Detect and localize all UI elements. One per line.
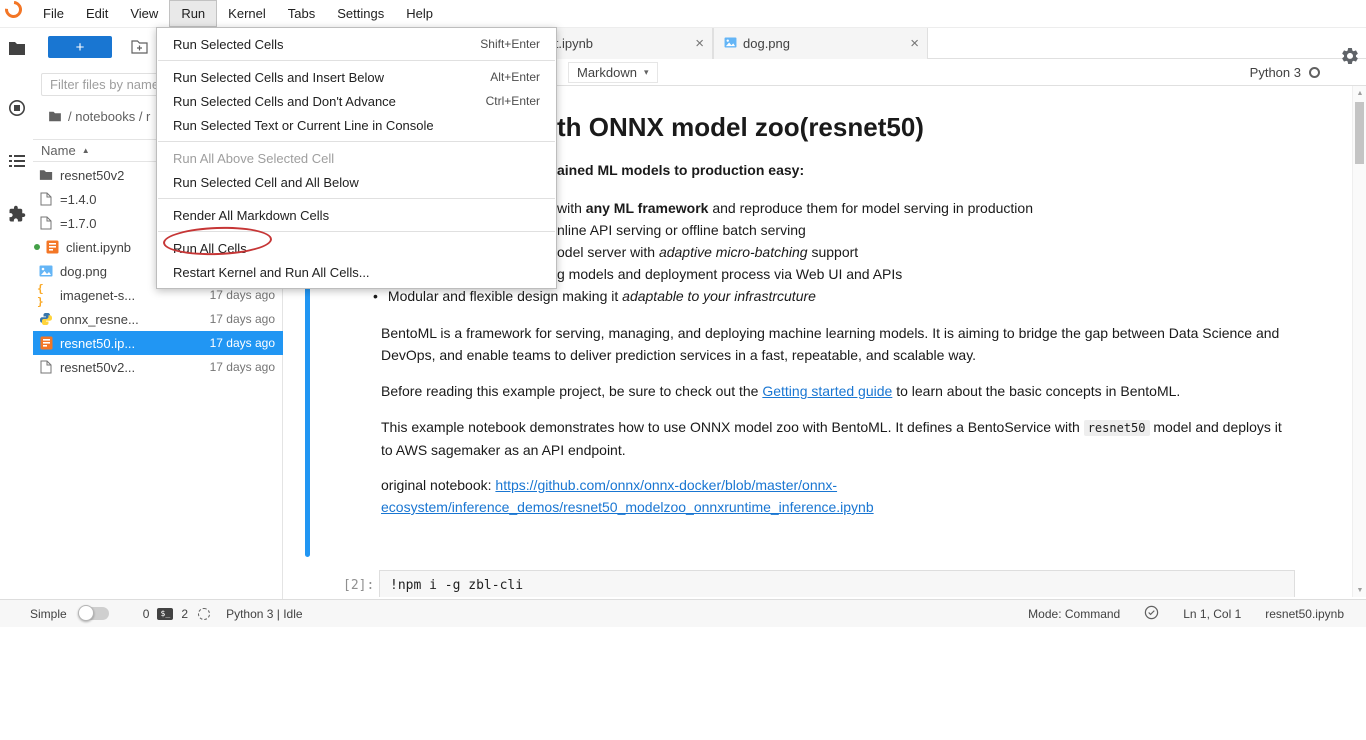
terminal-count[interactable]: 0 bbox=[143, 607, 150, 621]
menu-help[interactable]: Help bbox=[395, 0, 444, 27]
notebook-icon bbox=[43, 240, 61, 254]
file-row-resnet50v2-file[interactable]: resnet50v2... 17 days ago bbox=[33, 355, 283, 379]
activity-bar bbox=[0, 28, 33, 599]
kernel-idle-icon bbox=[1309, 67, 1320, 78]
close-icon[interactable]: × bbox=[695, 35, 704, 52]
simple-mode-label: Simple bbox=[30, 607, 67, 621]
markdown-intro-fragment: ained ML models to production easy: bbox=[557, 162, 804, 178]
menu-item-run-dont-advance[interactable]: Run Selected Cells and Don't Advance Ctr… bbox=[157, 89, 556, 113]
image-icon bbox=[724, 36, 737, 51]
file-row-resnet50-ipynb-selected[interactable]: resnet50.ip... 17 days ago bbox=[33, 331, 283, 355]
home-folder-icon bbox=[48, 111, 62, 122]
menu-item-run-insert-below[interactable]: Run Selected Cells and Insert Below Alt+… bbox=[157, 65, 556, 89]
code-cell-editor[interactable]: !npm i -g zbl-cli bbox=[379, 570, 1295, 597]
breadcrumb-path[interactable]: / notebooks / r bbox=[68, 109, 150, 124]
menu-separator bbox=[158, 141, 555, 142]
bullet-fragment: nline API serving or offline batch servi… bbox=[557, 222, 806, 238]
image-icon bbox=[37, 265, 55, 277]
bullet-fragment: odel server with adaptive micro-batching… bbox=[557, 244, 858, 260]
tab-dog-png[interactable]: dog.png × bbox=[713, 28, 928, 59]
file-icon bbox=[37, 216, 55, 230]
file-icon bbox=[37, 192, 55, 206]
gear-icon[interactable] bbox=[1340, 46, 1360, 69]
sort-ascending-icon: ▲ bbox=[82, 146, 90, 155]
markdown-title-fragment: th ONNX model zoo(resnet50) bbox=[557, 112, 924, 143]
running-sessions-icon[interactable] bbox=[0, 96, 33, 120]
menu-file[interactable]: File bbox=[32, 0, 75, 27]
markdown-paragraph: This example notebook demonstrates how t… bbox=[381, 416, 1297, 461]
extension-manager-icon[interactable] bbox=[0, 202, 33, 226]
new-launcher-button[interactable]: + bbox=[48, 36, 112, 58]
simple-mode-toggle[interactable] bbox=[79, 607, 109, 620]
kernel-count[interactable]: 2 bbox=[181, 607, 188, 621]
menu-bar: File Edit View Run Kernel Tabs Settings … bbox=[0, 0, 1366, 28]
bullet-item: •Modular and flexible design making it a… bbox=[373, 288, 816, 304]
table-of-contents-icon[interactable] bbox=[0, 149, 33, 173]
command-mode-indicator: Mode: Command bbox=[1028, 607, 1120, 621]
notebook-icon bbox=[37, 336, 55, 350]
scrollbar-thumb[interactable] bbox=[1355, 102, 1364, 164]
json-icon: { } bbox=[37, 282, 55, 308]
execution-prompt: [2]: bbox=[343, 578, 374, 593]
new-folder-icon[interactable] bbox=[131, 40, 148, 57]
status-bar: Simple 0 $_ 2 Python 3 | Idle Mode: Comm… bbox=[0, 599, 1366, 627]
close-icon[interactable]: × bbox=[910, 35, 919, 52]
current-file-name: resnet50.ipynb bbox=[1265, 607, 1344, 621]
menu-view[interactable]: View bbox=[119, 0, 169, 27]
bullet-icon: • bbox=[373, 288, 378, 304]
markdown-paragraph: original notebook: https://github.com/on… bbox=[381, 474, 1297, 518]
kernel-status[interactable]: Python 3 | Idle bbox=[226, 607, 303, 621]
kernel-indicator[interactable]: Python 3 bbox=[1250, 59, 1320, 86]
inline-code: resnet50 bbox=[1084, 420, 1150, 436]
menu-separator bbox=[158, 60, 555, 61]
jupyter-logo-icon bbox=[2, 0, 26, 21]
markdown-paragraph: Before reading this example project, be … bbox=[381, 380, 1361, 402]
menu-separator bbox=[158, 231, 555, 232]
cell-type-dropdown[interactable]: Markdown ▾ bbox=[568, 62, 658, 83]
bullet-fragment: g models and deployment process via Web … bbox=[557, 266, 902, 282]
menu-settings[interactable]: Settings bbox=[326, 0, 395, 27]
breadcrumb[interactable]: / notebooks / r bbox=[48, 109, 163, 124]
menu-edit[interactable]: Edit bbox=[75, 0, 119, 27]
toggle-knob bbox=[78, 605, 94, 621]
gear-icon[interactable] bbox=[198, 608, 210, 620]
cursor-position[interactable]: Ln 1, Col 1 bbox=[1183, 607, 1241, 621]
scroll-up-icon[interactable]: ▲ bbox=[1353, 86, 1366, 100]
markdown-paragraph: BentoML is a framework for serving, mana… bbox=[381, 322, 1297, 366]
getting-started-link[interactable]: Getting started guide bbox=[762, 383, 892, 399]
chevron-down-icon: ▾ bbox=[644, 67, 649, 78]
kernel-running-dot bbox=[34, 244, 40, 250]
menu-separator bbox=[158, 198, 555, 199]
run-menu-dropdown: Run Selected Cells Shift+Enter Run Selec… bbox=[156, 27, 557, 289]
menu-item-run-selected-cells[interactable]: Run Selected Cells Shift+Enter bbox=[157, 32, 556, 56]
menu-item-restart-and-run-all[interactable]: Restart Kernel and Run All Cells... bbox=[157, 260, 556, 284]
menu-run[interactable]: Run bbox=[169, 0, 217, 27]
notebook-trust-icon bbox=[1144, 605, 1159, 623]
scrollbar[interactable]: ▲ ▼ bbox=[1352, 86, 1366, 597]
scroll-down-icon[interactable]: ▼ bbox=[1353, 583, 1366, 597]
menu-tabs[interactable]: Tabs bbox=[277, 0, 326, 27]
menu-item-run-all-cells[interactable]: Run All Cells bbox=[157, 236, 556, 260]
file-icon bbox=[37, 360, 55, 374]
menu-item-run-selected-text-console[interactable]: Run Selected Text or Current Line in Con… bbox=[157, 113, 556, 137]
python-file-icon bbox=[37, 312, 55, 326]
menu-item-run-all-above: Run All Above Selected Cell bbox=[157, 146, 556, 170]
menu-item-render-all-markdown[interactable]: Render All Markdown Cells bbox=[157, 203, 556, 227]
bullet-fragment: with any ML framework and reproduce them… bbox=[557, 200, 1033, 216]
menu-item-run-cell-and-all-below[interactable]: Run Selected Cell and All Below bbox=[157, 170, 556, 194]
folder-icon bbox=[37, 169, 55, 181]
terminal-icon[interactable]: $_ bbox=[157, 608, 173, 620]
menu-kernel[interactable]: Kernel bbox=[217, 0, 277, 27]
file-row-onnx-resnet[interactable]: onnx_resne... 17 days ago bbox=[33, 307, 283, 331]
file-browser-icon[interactable] bbox=[0, 36, 33, 60]
